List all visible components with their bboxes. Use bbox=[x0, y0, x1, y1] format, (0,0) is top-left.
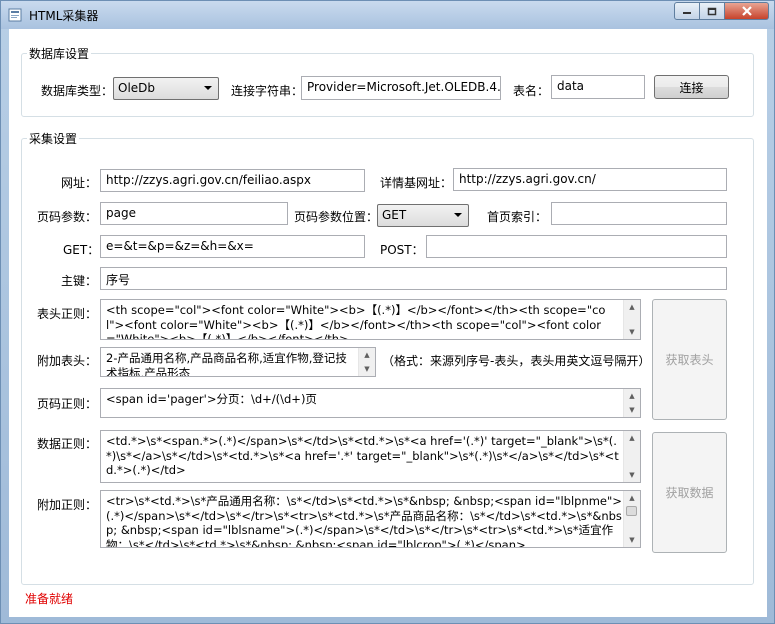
page-param-input[interactable]: page bbox=[100, 202, 288, 225]
post-label: POST： bbox=[380, 243, 424, 257]
table-name-label: 表名： bbox=[513, 84, 550, 98]
header-regex-text: <th scope="col"><font color="White"><b>【… bbox=[106, 303, 606, 340]
extra-regex-text: <tr>\s*<td.*>\s*产品通用名称：\s*</td>\s*<td.*>… bbox=[106, 494, 622, 548]
window-controls bbox=[674, 2, 769, 20]
maximize-icon bbox=[707, 7, 717, 15]
db-type-label: 数据库类型： bbox=[41, 84, 114, 98]
scroll-down-icon[interactable]: ▼ bbox=[624, 403, 640, 417]
data-regex-label: 数据正则： bbox=[37, 437, 98, 451]
page-regex-text: <span id='pager'>分页：\d+/(\d+)页 bbox=[106, 392, 317, 406]
connect-button[interactable]: 连接 bbox=[654, 75, 729, 99]
close-button[interactable] bbox=[725, 2, 769, 20]
app-icon bbox=[8, 8, 22, 22]
maximize-button[interactable] bbox=[700, 2, 725, 20]
db-type-select[interactable]: OleDb bbox=[113, 77, 219, 100]
extra-regex-textarea[interactable]: <tr>\s*<td.*>\s*产品通用名称：\s*</td>\s*<td.*>… bbox=[100, 490, 641, 548]
extra-header-text: 2-产品通用名称,产品商品名称,适宜作物,登记技术指标,产品形态 bbox=[106, 351, 347, 377]
data-regex-text: <td.*>\s*<span.*>(.*)</span>\s*</td>\s*<… bbox=[106, 434, 619, 477]
extra-header-scrollbar[interactable]: ▲ ▼ bbox=[358, 348, 375, 376]
detail-url-label: 详情基网址： bbox=[380, 176, 453, 190]
url-input[interactable]: http://zzys.agri.gov.cn/feiliao.aspx bbox=[100, 169, 365, 192]
window-title: HTML采集器 bbox=[29, 9, 99, 23]
page-regex-label: 页码正则： bbox=[37, 397, 98, 411]
page-regex-scrollbar[interactable]: ▲ ▼ bbox=[623, 389, 640, 417]
header-regex-label: 表头正则： bbox=[37, 307, 98, 321]
extra-header-textarea[interactable]: 2-产品通用名称,产品商品名称,适宜作物,登记技术指标,产品形态 ▲ ▼ bbox=[100, 347, 376, 377]
page-param-pos-value: GET bbox=[382, 208, 407, 222]
key-input[interactable]: 序号 bbox=[100, 267, 727, 290]
minimize-icon bbox=[683, 12, 691, 14]
page-param-pos-select[interactable]: GET bbox=[377, 204, 469, 227]
detail-url-input[interactable]: http://zzys.agri.gov.cn/ bbox=[453, 168, 727, 191]
chevron-down-icon bbox=[204, 86, 212, 90]
data-regex-scrollbar[interactable]: ▲ ▼ bbox=[623, 431, 640, 482]
scroll-up-icon[interactable]: ▲ bbox=[624, 389, 640, 403]
extra-regex-scrollbar[interactable]: ▲ ▼ bbox=[623, 491, 640, 547]
chevron-down-icon bbox=[454, 213, 462, 217]
close-icon bbox=[741, 6, 752, 16]
scroll-up-icon[interactable]: ▲ bbox=[624, 300, 640, 314]
collect-settings-legend: 采集设置 bbox=[27, 130, 80, 147]
client-area: 数据库设置 数据库类型： OleDb 连接字符串： Provider=Micro… bbox=[9, 29, 767, 617]
page-param-label: 页码参数： bbox=[37, 210, 98, 224]
scroll-up-icon[interactable]: ▲ bbox=[359, 348, 375, 362]
get-data-button[interactable]: 获取数据 bbox=[652, 432, 727, 553]
get-header-button[interactable]: 获取表头 bbox=[652, 299, 727, 420]
conn-string-label: 连接字符串： bbox=[231, 84, 304, 98]
page-regex-textarea[interactable]: <span id='pager'>分页：\d+/(\d+)页 ▲ ▼ bbox=[100, 388, 641, 418]
scroll-thumb[interactable] bbox=[626, 506, 637, 516]
get-input[interactable]: e=&t=&p=&z=&h=&x= bbox=[100, 235, 365, 258]
scroll-down-icon[interactable]: ▼ bbox=[624, 325, 640, 339]
scroll-up-icon[interactable]: ▲ bbox=[624, 431, 640, 445]
extra-regex-label: 附加正则： bbox=[37, 498, 98, 512]
db-type-value: OleDb bbox=[118, 81, 156, 95]
scroll-down-icon[interactable]: ▼ bbox=[624, 533, 640, 547]
minimize-button[interactable] bbox=[674, 2, 700, 20]
page-param-pos-label: 页码参数位置： bbox=[294, 210, 379, 224]
header-regex-scrollbar[interactable]: ▲ ▼ bbox=[623, 300, 640, 339]
app-window: HTML采集器 数据库设置 数据库类型： OleDb 连接字符串： Provid… bbox=[0, 0, 775, 624]
url-label: 网址： bbox=[61, 176, 98, 190]
first-index-label: 首页索引： bbox=[487, 210, 548, 224]
post-input[interactable] bbox=[426, 235, 727, 258]
scroll-up-icon[interactable]: ▲ bbox=[624, 491, 640, 505]
data-regex-textarea[interactable]: <td.*>\s*<span.*>(.*)</span>\s*</td>\s*<… bbox=[100, 430, 641, 483]
scroll-down-icon[interactable]: ▼ bbox=[359, 362, 375, 376]
title-bar[interactable]: HTML采集器 bbox=[1, 1, 774, 29]
extra-header-hint: （格式：来源列序号-表头，表头用英文逗号隔开） bbox=[382, 354, 651, 368]
extra-header-label: 附加表头： bbox=[37, 354, 98, 368]
conn-string-input[interactable]: Provider=Microsoft.Jet.OLEDB.4.0; bbox=[301, 76, 501, 100]
key-label: 主键： bbox=[61, 274, 98, 288]
first-index-input[interactable] bbox=[551, 202, 727, 225]
scroll-down-icon[interactable]: ▼ bbox=[624, 468, 640, 482]
status-text: 准备就绪 bbox=[25, 592, 74, 606]
get-label: GET： bbox=[63, 243, 100, 257]
db-settings-legend: 数据库设置 bbox=[27, 45, 92, 62]
table-name-input[interactable]: data bbox=[551, 75, 645, 99]
header-regex-textarea[interactable]: <th scope="col"><font color="White"><b>【… bbox=[100, 299, 641, 340]
